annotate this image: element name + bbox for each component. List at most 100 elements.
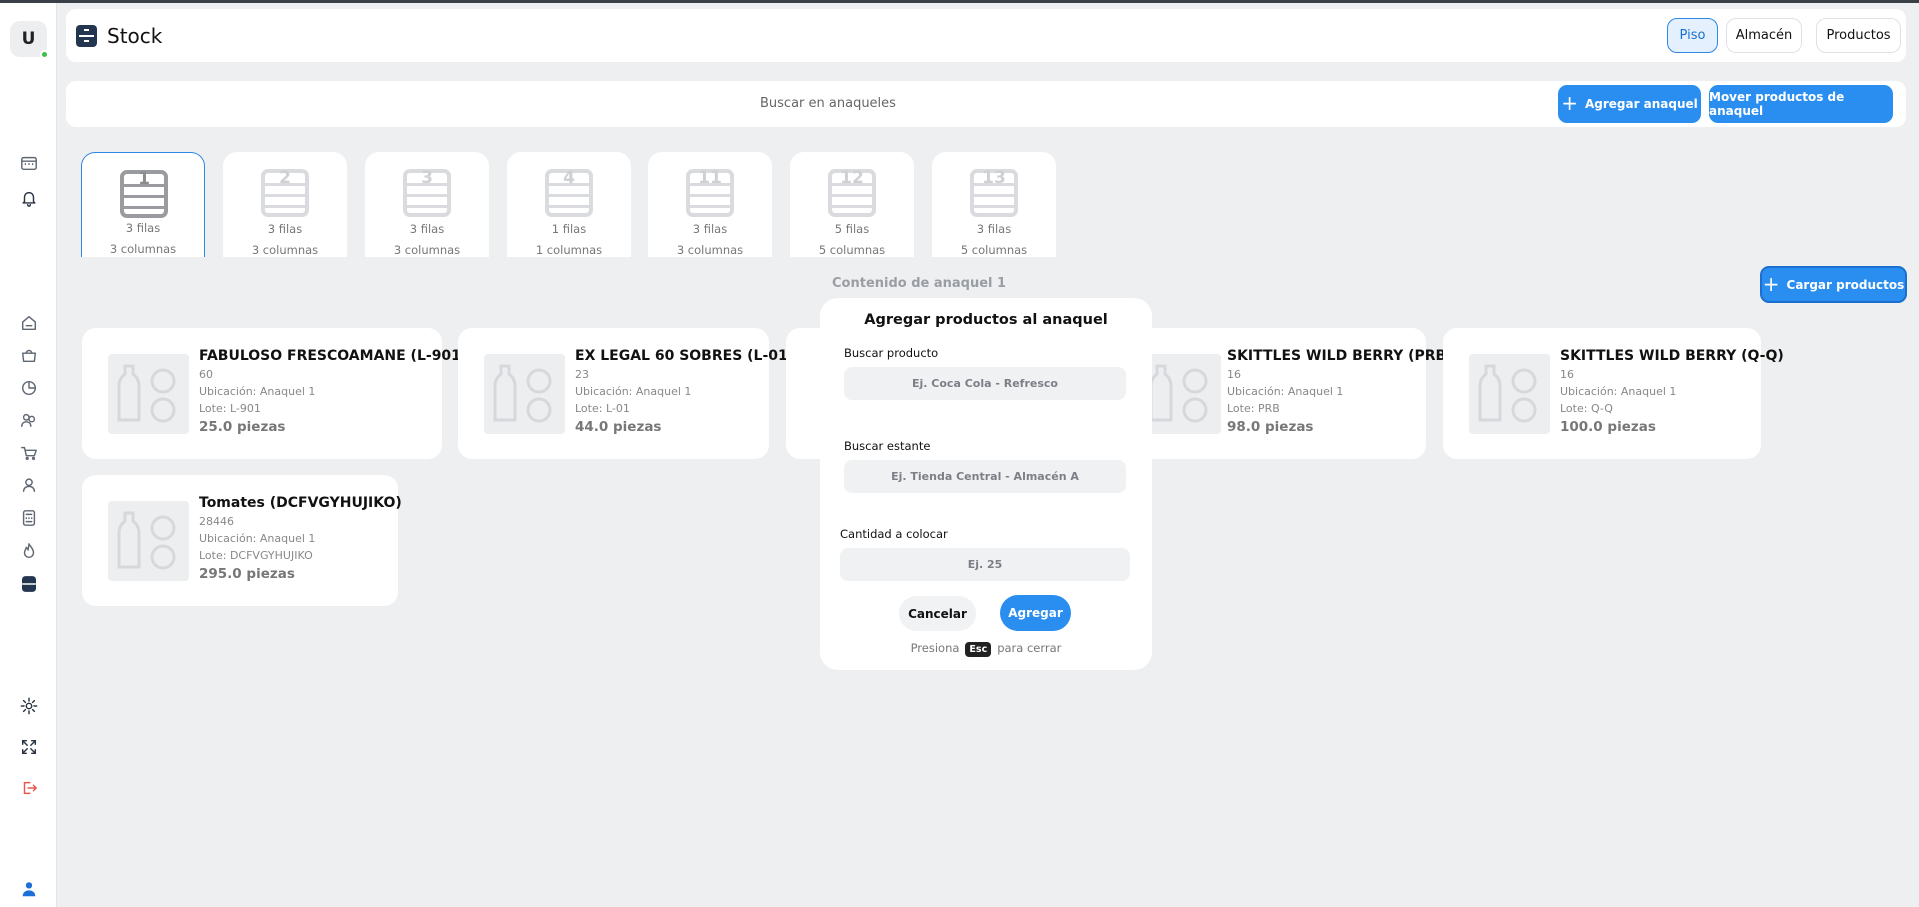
product-placeholder-icon [484,354,565,434]
sidebar: U [0,3,57,907]
plus-icon: + [1561,91,1578,115]
product-location: Ubicación: Anaquel 1 [199,532,316,545]
online-status-dot [40,50,49,59]
product-name: FABULOSO FRESCOAMANE (L-901) [199,348,468,364]
calendar-icon[interactable] [18,152,40,174]
product-code: 28446 [199,515,234,528]
shelf-columns: 3 columnas [676,243,744,257]
product-name: EX LEGAL 60 SOBRES (L-01) [575,348,795,364]
product-placeholder-icon [108,354,189,434]
cart-icon[interactable] [18,442,40,464]
shelf-icon: 4 [545,168,593,217]
product-placeholder-icon [1469,354,1550,434]
product-card[interactable]: Tomates (DCFVGYHUJIKO) 28446 Ubicación: … [82,475,402,606]
user-avatar[interactable]: U [10,21,49,59]
shelf-icon: 12 [828,168,876,217]
shelf-tile-4[interactable]: 4 1 filas 1 columnas [507,152,631,257]
shelf-tile-12[interactable]: 12 5 filas 5 columnas [790,152,914,257]
shelf-columns: 5 columnas [818,243,886,257]
tab-productos[interactable]: Productos [1816,18,1901,53]
stock-icon[interactable] [18,573,40,595]
product-lot: Lote: L-901 [199,402,261,415]
plus-icon: + [1762,271,1780,296]
hint-suffix: para cerrar [997,641,1062,655]
shelf-rows: 3 filas [267,222,303,236]
product-card[interactable]: FABULOSO FRESCOAMANE (L-901) 60 Ubicació… [82,328,467,459]
load-products-button[interactable]: + Cargar productos [1760,266,1907,303]
product-quantity: 295.0 piezas [199,566,295,582]
profile-icon[interactable] [18,878,40,900]
shelf-content-title: Contenido de anaquel 1 [832,276,1007,291]
shelf-tile-11[interactable]: 11 3 filas 3 columnas [648,152,772,257]
product-card[interactable]: SKITTLES WILD BERRY (Q-Q) 16 Ubicación: … [1443,328,1784,459]
add-products-modal: Agregar productos al anaquel Buscar prod… [820,298,1152,670]
shelf-tile-1[interactable]: 1 3 filas 3 columnas [81,152,205,257]
gear-icon[interactable] [18,695,40,717]
product-quantity: 100.0 piezas [1560,419,1656,435]
product-placeholder-icon [1140,354,1221,434]
product-name: SKITTLES WILD BERRY (Q-Q) [1560,348,1784,364]
move-products-label: Mover productos de anaquel [1709,90,1845,118]
product-location: Ubicación: Anaquel 1 [1227,385,1344,398]
cancel-button[interactable]: Cancelar [899,596,976,631]
product-quantity: 44.0 piezas [575,419,662,435]
shelf-search-input[interactable]: Buscar en anaqueles [760,96,896,111]
fire-icon[interactable] [18,540,40,562]
page-title: Stock [107,24,163,48]
shelf-columns: 3 columnas [393,243,461,257]
add-shelf-button[interactable]: + Agregar anaquel [1558,85,1701,123]
product-quantity: 98.0 piezas [1227,419,1314,435]
product-lot: Lote: L-01 [575,402,630,415]
product-card[interactable]: SKITTLES WILD BERRY (PRB) 16 Ubicación: … [1110,328,1453,459]
move-products-button[interactable]: Mover productos de anaquel [1709,85,1893,123]
logout-icon[interactable] [18,777,40,799]
calculator-icon[interactable] [18,507,40,529]
load-products-label: Cargar productos [1786,277,1905,292]
product-card[interactable]: EX LEGAL 60 SOBRES (L-01) 23 Ubicación: … [458,328,794,459]
product-quantity: 25.0 piezas [199,419,286,435]
shelf-icon: 2 [261,168,309,217]
shelf-rows: 3 filas [692,222,728,236]
shelf-rows: 3 filas [125,221,161,235]
person-icon[interactable] [18,474,40,496]
shelf-icon: 3 [403,168,451,217]
stock-logo-icon [76,25,97,47]
users-icon[interactable] [18,409,40,431]
hint-prefix: Presiona [910,641,960,655]
product-code: 16 [1560,368,1574,381]
window-top-border [0,0,1919,3]
shelf-search-bar: Buscar en anaqueles + Agregar anaquel Mo… [66,81,1906,127]
product-location: Ubicación: Anaquel 1 [199,385,316,398]
close-hint: Presiona Esc para cerrar [820,641,1152,657]
tab-piso[interactable]: Piso [1667,18,1718,53]
product-search-input[interactable]: Ej. Coca Cola - Refresco [844,367,1126,400]
tab-almacen[interactable]: Almacén [1726,18,1802,53]
add-shelf-label: Agregar anaquel [1584,97,1698,111]
product-lot: Lote: DCFVGYHUJIKO [199,549,313,562]
home-icon[interactable] [18,312,40,334]
product-lot: Lote: Q-Q [1560,402,1613,415]
shelf-rows: 1 filas [551,222,587,236]
quantity-label: Cantidad a colocar [840,527,948,541]
shelf-rows: 5 filas [834,222,870,236]
product-location: Ubicación: Anaquel 1 [575,385,692,398]
shelf-search-field[interactable]: Ej. Tienda Central - Almacén A [844,460,1126,493]
modal-title: Agregar productos al anaquel [864,312,1108,328]
bag-icon[interactable] [18,344,40,366]
shelf-tile-3[interactable]: 3 3 filas 3 columnas [365,152,489,257]
quantity-input[interactable]: Ej. 25 [840,548,1130,581]
pie-chart-icon[interactable] [18,377,40,399]
shelf-columns: 3 columnas [109,242,177,256]
product-location: Ubicación: Anaquel 1 [1560,385,1677,398]
bell-icon[interactable] [18,187,40,209]
shelf-icon: 1 [120,169,168,218]
product-name: SKITTLES WILD BERRY (PRB) [1227,348,1453,364]
shelf-tile-13[interactable]: 13 3 filas 5 columnas [932,152,1056,257]
product-lot: Lote: PRB [1227,402,1280,415]
product-code: 16 [1227,368,1241,381]
product-placeholder-icon [108,501,189,581]
shelf-columns: 3 columnas [251,243,319,257]
shelf-tile-2[interactable]: 2 3 filas 3 columnas [223,152,347,257]
add-button[interactable]: Agregar [1000,595,1071,631]
expand-icon[interactable] [18,736,40,758]
